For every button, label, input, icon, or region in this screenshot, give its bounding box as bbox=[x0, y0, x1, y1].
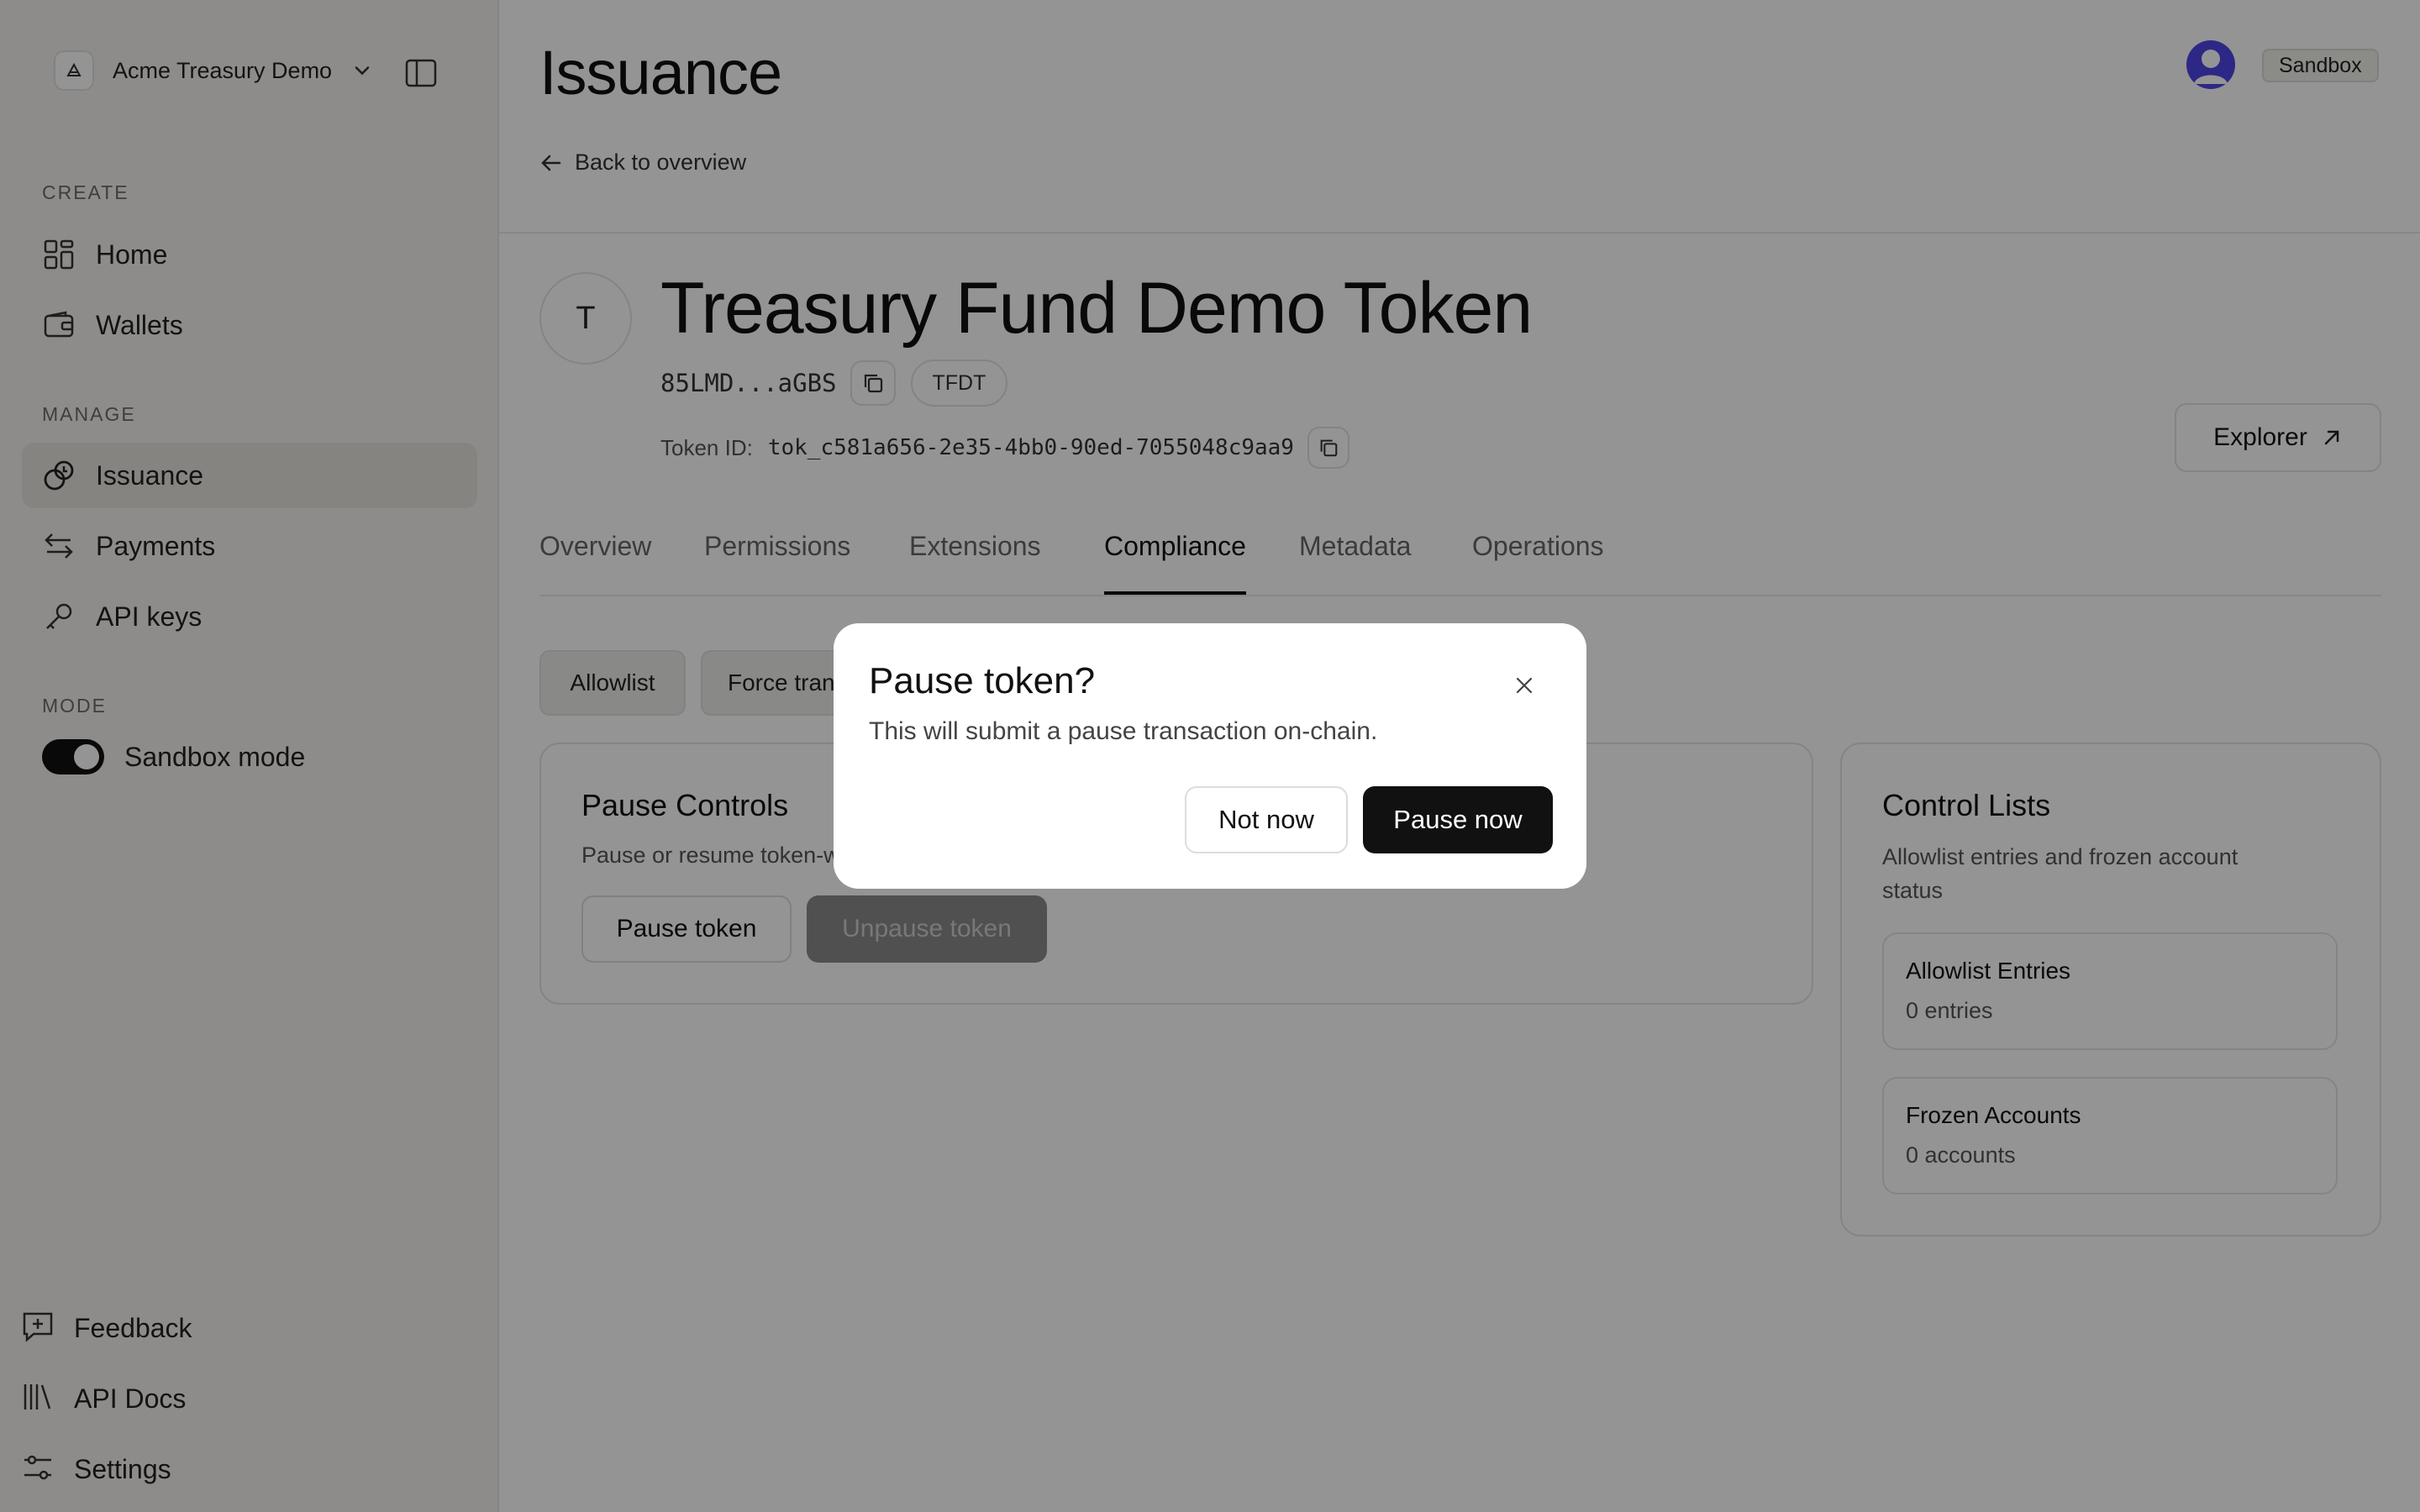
close-icon[interactable] bbox=[1504, 665, 1544, 706]
dialog-title: Pause token? bbox=[869, 660, 1096, 701]
dialog-description: This will submit a pause transaction on-… bbox=[869, 717, 1378, 745]
not-now-button[interactable]: Not now bbox=[1185, 786, 1348, 853]
pause-now-button[interactable]: Pause now bbox=[1363, 786, 1553, 853]
pause-token-dialog: Pause token? This will submit a pause tr… bbox=[834, 623, 1586, 889]
